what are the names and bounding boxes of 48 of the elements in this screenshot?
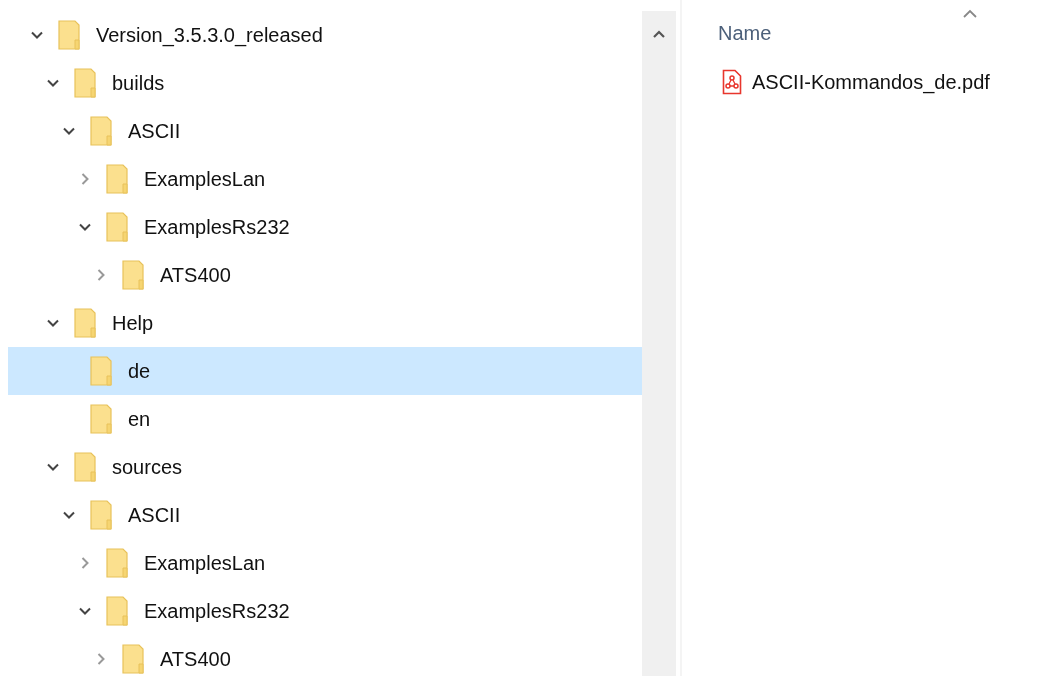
folder-name: ATS400 <box>160 647 231 671</box>
tree-item[interactable]: sources <box>8 443 642 491</box>
folder-icon <box>106 212 128 242</box>
folder-icon <box>74 68 96 98</box>
folder-name: ExamplesLan <box>144 551 266 575</box>
tree-item[interactable]: ExamplesLan <box>8 155 642 203</box>
folder-icon <box>106 548 128 578</box>
tree-item[interactable]: builds <box>8 59 642 107</box>
folder-name: ExamplesLan <box>144 167 266 191</box>
tree-item[interactable]: en <box>8 395 642 443</box>
tree-item[interactable]: ExamplesLan <box>8 539 642 587</box>
folder-name: ATS400 <box>160 263 231 287</box>
tree-item[interactable]: ASCII <box>8 107 642 155</box>
folder-name: ExamplesRs232 <box>144 215 290 239</box>
column-header[interactable]: Name <box>718 22 772 45</box>
folder-name: de <box>128 359 151 383</box>
folder-icon <box>122 260 144 290</box>
tree-item[interactable]: ATS400 <box>8 635 642 676</box>
folder-name: Version_3.5.3.0_released <box>96 23 323 47</box>
tree-item[interactable]: ATS400 <box>8 251 642 299</box>
tree-item[interactable]: Help <box>8 299 642 347</box>
tree-item[interactable]: ASCII <box>8 491 642 539</box>
tree-item[interactable]: ExamplesRs232 <box>8 203 642 251</box>
folder-icon <box>90 500 112 530</box>
folder-name: en <box>128 407 151 431</box>
scroll-up-icon[interactable] <box>652 29 666 39</box>
folder-icon <box>90 356 112 386</box>
folder-name: sources <box>112 455 183 479</box>
tree-item[interactable]: de <box>8 347 642 395</box>
tree-item[interactable]: ExamplesRs232 <box>8 587 642 635</box>
pdf-file-icon <box>722 69 742 95</box>
folder-icon <box>90 404 112 434</box>
scrollbar[interactable] <box>642 11 676 676</box>
folder-name: ASCII <box>128 119 181 143</box>
file-item[interactable]: ASCII-Kommandos_de.pdf <box>722 69 1048 95</box>
folder-icon <box>106 164 128 194</box>
folder-icon <box>74 452 96 482</box>
folder-name: Help <box>112 311 154 335</box>
folder-name: ASCII <box>128 503 181 527</box>
folder-icon <box>74 308 96 338</box>
folder-icon <box>90 116 112 146</box>
folder-name: builds <box>112 71 165 95</box>
tree-item[interactable]: Version_3.5.3.0_released <box>8 11 642 59</box>
folder-icon <box>58 20 80 50</box>
folder-icon <box>122 644 144 674</box>
folder-icon <box>106 596 128 626</box>
sort-ascending-icon <box>962 9 978 19</box>
folder-name: ExamplesRs232 <box>144 599 290 623</box>
